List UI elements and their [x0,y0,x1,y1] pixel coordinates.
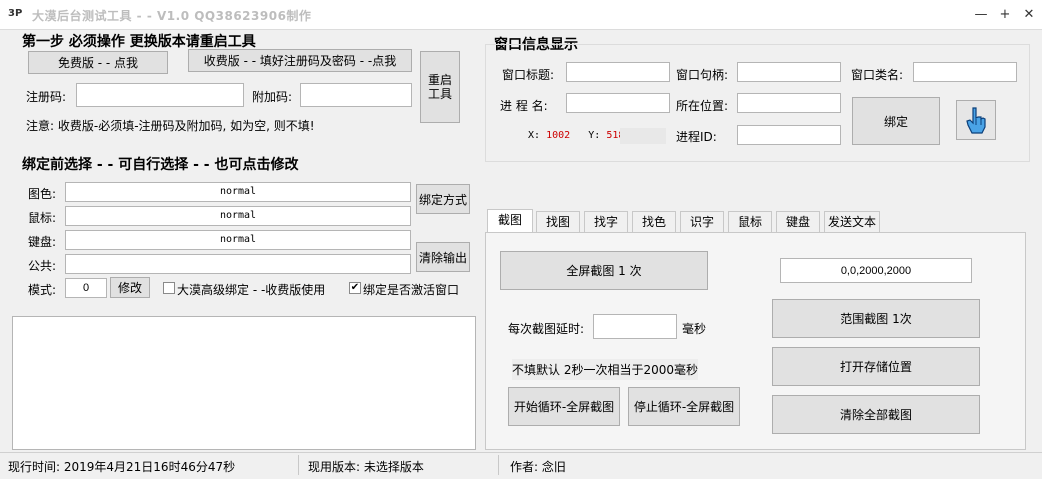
addon-code-label: 附加码: [252,90,293,104]
keyboard-label: 键盘: [28,235,57,249]
tab-mouse[interactable]: 鼠标 [728,211,772,233]
display-label: 图色: [28,187,57,201]
reg-code-label: 注册码: [26,90,67,104]
tab-keyboard[interactable]: 键盘 [776,211,820,233]
clear-all-screenshots-button[interactable]: 清除全部截图 [772,395,980,434]
activate-window-checkbox[interactable]: ✔ [349,282,361,294]
status-version: 现用版本: 未选择版本 [308,460,424,474]
mouse-mode-field[interactable]: normal [65,206,411,226]
maximize-button[interactable]: + [994,4,1016,26]
reg-code-input[interactable] [76,83,244,107]
window-class-label: 窗口类名: [851,68,904,82]
mode-label: 模式: [28,283,57,297]
title-bar: 3P 大漠后台测试工具 - - V1.0 QQ38623906制作 — + ✕ [0,0,1042,30]
public-label: 公共: [28,259,57,273]
window-title-label: 窗口标题: [502,68,555,82]
display-mode-field[interactable]: normal [65,182,411,202]
stop-loop-button[interactable]: 停止循环-全屏截图 [628,387,740,426]
fullscreen-screenshot-button[interactable]: 全屏截图 1 次 [500,251,708,290]
close-button[interactable]: ✕ [1018,4,1040,26]
hand-pointer-icon [966,107,986,134]
status-time: 现行时间: 2019年4月21日16时46分47秒 [8,460,236,474]
bind-window-button[interactable]: 绑定 [852,97,940,145]
mode-input[interactable] [65,278,107,298]
delay-unit-label: 毫秒 [682,322,707,336]
mouse-coords: X: 1002 Y: 518 [528,130,624,141]
advanced-bind-label: 大漠高级绑定 - -收费版使用 [177,283,326,297]
tab-find-text[interactable]: 找字 [584,211,628,233]
window-handle-input[interactable] [737,62,841,82]
tab-screenshot[interactable]: 截图 [487,209,533,234]
tab-find-image[interactable]: 找图 [536,211,580,233]
addon-code-input[interactable] [300,83,412,107]
default-delay-note: 不填默认 2秒一次相当于2000毫秒 [512,359,698,380]
start-loop-button[interactable]: 开始循环-全屏截图 [508,387,620,426]
status-separator [498,455,499,475]
bind-heading: 绑定前选择 - - 可自行选择 - - 也可点击修改 [22,157,299,173]
window-class-input[interactable] [913,62,1017,82]
output-textarea[interactable] [12,316,476,450]
open-storage-button[interactable]: 打开存储位置 [772,347,980,386]
app-icon: 3P [8,8,23,19]
finder-button[interactable] [956,100,996,140]
public-mode-field[interactable] [65,254,411,274]
window-title: 大漠后台测试工具 - - V1.0 QQ38623906制作 [32,9,312,23]
x-label: X: [528,130,541,141]
modify-mode-button[interactable]: 修改 [110,277,150,298]
mouse-label: 鼠标: [28,211,57,225]
range-screenshot-button[interactable]: 范围截图 1次 [772,299,980,338]
process-name-input[interactable] [566,93,670,113]
note-text: 注意: 收费版-必须填-注册码及附加码, 如为空, 则不填! [26,119,315,133]
advanced-bind-checkbox[interactable] [163,282,175,294]
location-input[interactable] [737,93,841,113]
free-version-button[interactable]: 免费版 - - 点我 [28,51,168,74]
clear-output-button[interactable]: 清除输出 [416,242,470,272]
status-separator [298,455,299,475]
keyboard-mode-field[interactable]: normal [65,230,411,250]
status-author: 作者: 念旧 [510,460,566,474]
range-input[interactable] [780,258,972,283]
delay-label: 每次截图延时: [508,322,585,336]
x-value: 1002 [546,130,571,141]
process-name-label: 进 程 名: [500,99,548,113]
delay-input[interactable] [593,314,677,339]
window-handle-label: 窗口句柄: [676,68,729,82]
activate-window-label: 绑定是否激活窗口 [363,283,460,297]
coords-shade [620,128,666,144]
tab-find-color[interactable]: 找色 [632,211,676,233]
y-label: Y: [588,130,601,141]
bind-mode-button[interactable]: 绑定方式 [416,184,470,214]
tab-ocr[interactable]: 识字 [680,211,724,233]
step1-heading: 第一步 必须操作 更换版本请重启工具 [22,34,256,50]
paid-version-button[interactable]: 收费版 - - 填好注册码及密码 - -点我 [188,49,412,72]
pid-label: 进程ID: [676,130,717,144]
restart-tool-button[interactable]: 重启工具 [420,51,460,123]
window-title-input[interactable] [566,62,670,82]
location-label: 所在位置: [676,99,729,113]
tab-send-text[interactable]: 发送文本 [824,211,880,233]
pid-input[interactable] [737,125,841,145]
minimize-button[interactable]: — [970,4,992,26]
